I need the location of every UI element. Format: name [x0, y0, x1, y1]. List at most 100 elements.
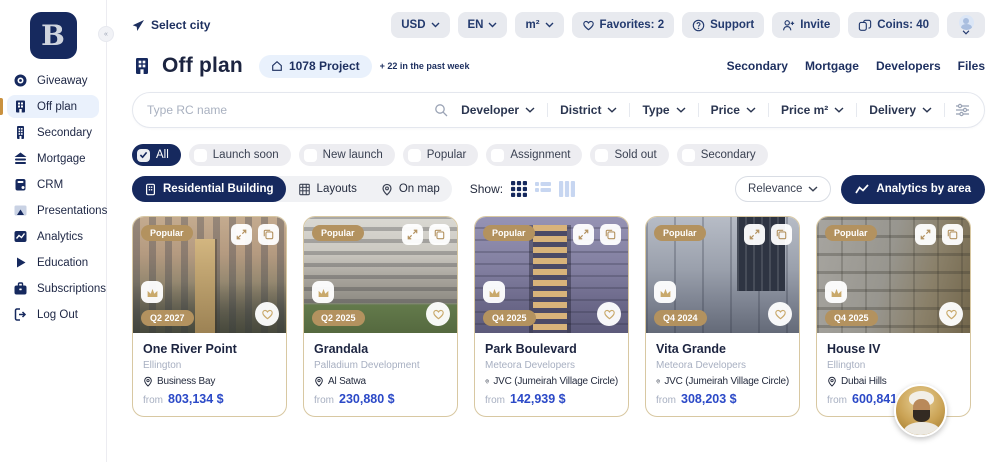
columns-view-button[interactable] — [559, 181, 575, 197]
link-secondary[interactable]: Secondary — [727, 59, 788, 73]
filter-type[interactable]: Type — [630, 103, 697, 117]
gallery-button[interactable] — [429, 224, 450, 245]
coins-button[interactable]: Coins: 40 — [848, 12, 939, 38]
sidebar-item-education[interactable]: Education — [7, 251, 99, 274]
brand-logo[interactable]: B — [30, 12, 77, 59]
sort-dropdown[interactable]: Relevance — [735, 176, 831, 202]
property-title[interactable]: Vita Grande — [656, 342, 789, 356]
property-card[interactable]: Popular Q2 2025 Grandala Palladium Devel… — [303, 216, 458, 417]
chip-assignment[interactable]: Assignment — [486, 144, 582, 166]
favorite-heart-button[interactable] — [768, 302, 792, 326]
sidebar-item-subscriptions[interactable]: Subscriptions — [7, 277, 99, 300]
property-card[interactable]: Popular Q2 2027 One River Point Ellingto… — [132, 216, 287, 417]
invite-button[interactable]: Invite — [772, 12, 840, 38]
filter-label: Price m² — [781, 103, 828, 117]
sidebar-item-analytics[interactable]: Analytics — [7, 225, 99, 248]
link-developers[interactable]: Developers — [876, 59, 941, 73]
property-card[interactable]: Popular Q4 2025 House IV Ellington Dubai… — [816, 216, 971, 417]
from-label: from — [485, 395, 505, 406]
page-header: Off plan 1078 Project + 22 in the past w… — [132, 52, 985, 80]
filter-delivery[interactable]: Delivery — [857, 103, 944, 117]
property-photo: Popular Q4 2025 — [817, 217, 970, 333]
crown-icon — [654, 281, 676, 303]
expand-button[interactable] — [573, 224, 594, 245]
heart-icon — [432, 308, 445, 320]
filter-developer[interactable]: Developer — [449, 103, 547, 117]
sidebar-item-secondary[interactable]: Secondary — [7, 121, 99, 144]
analytics-by-area-button[interactable]: Analytics by area — [841, 175, 985, 204]
chip-launch-soon[interactable]: Launch soon — [189, 144, 291, 166]
filter-price[interactable]: Price — [699, 103, 768, 117]
favorite-heart-button[interactable] — [939, 302, 963, 326]
segment-label: On map — [399, 183, 440, 195]
heart-icon — [582, 19, 595, 31]
play-icon — [13, 255, 28, 270]
gallery-button[interactable] — [258, 224, 279, 245]
advanced-filters-button[interactable] — [955, 103, 970, 117]
chip-all[interactable]: All — [132, 144, 181, 166]
gallery-button[interactable] — [771, 224, 792, 245]
select-city-button[interactable]: Select city — [132, 18, 210, 32]
coins-icon — [858, 19, 872, 32]
property-location-text: JVC (Jumeirah Village Circle) — [664, 376, 789, 387]
chip-sold-out[interactable]: Sold out — [590, 144, 668, 166]
expand-button[interactable] — [915, 224, 936, 245]
sidebar-item-label: Education — [37, 257, 88, 269]
sidebar-collapse-button[interactable]: « — [98, 26, 114, 42]
chip-secondary[interactable]: Secondary — [677, 144, 768, 166]
unit-selector[interactable]: m² — [515, 12, 563, 38]
sidebar-item-presentations[interactable]: Presentations — [7, 199, 99, 222]
link-mortgage[interactable]: Mortgage — [805, 59, 859, 73]
sidebar-item-giveaway[interactable]: Giveaway — [7, 69, 99, 92]
property-title[interactable]: House IV — [827, 342, 960, 356]
project-delta: + 22 in the past week — [380, 61, 470, 71]
favorite-heart-button[interactable] — [255, 302, 279, 326]
property-title[interactable]: Park Boulevard — [485, 342, 618, 356]
segment-residential-building[interactable]: Residential Building — [132, 176, 286, 202]
favorite-heart-button[interactable] — [597, 302, 621, 326]
sidebar-item-off-plan[interactable]: Off plan — [7, 95, 99, 118]
chevron-down-icon — [962, 30, 970, 35]
sidebar-item-log-out[interactable]: Log Out — [7, 303, 99, 326]
favorite-heart-button[interactable] — [426, 302, 450, 326]
chip-new-launch[interactable]: New launch — [299, 144, 395, 166]
gallery-button[interactable] — [942, 224, 963, 245]
expand-icon — [578, 229, 589, 240]
chip-popular[interactable]: Popular — [403, 144, 479, 166]
segment-on-map[interactable]: On map — [369, 176, 452, 202]
briefcase-icon — [13, 281, 28, 296]
filter-price-m2[interactable]: Price m² — [769, 103, 856, 117]
grid-view-button[interactable] — [511, 181, 527, 197]
page-title: Off plan — [162, 54, 243, 78]
crown-icon — [141, 281, 163, 303]
property-title[interactable]: One River Point — [143, 342, 276, 356]
property-price-row: from 803,134 $ — [143, 392, 276, 406]
sidebar-item-mortgage[interactable]: Mortgage — [7, 147, 99, 170]
project-count-badge[interactable]: 1078 Project — [259, 55, 372, 78]
filter-district[interactable]: District — [548, 103, 629, 117]
gallery-button[interactable] — [600, 224, 621, 245]
property-card[interactable]: Popular Q4 2025 Park Boulevard Meteora D… — [474, 216, 629, 417]
search-input[interactable] — [147, 103, 434, 117]
support-button[interactable]: Support — [682, 12, 764, 38]
list-view-button[interactable] — [535, 181, 551, 197]
assistant-avatar-button[interactable] — [894, 384, 947, 437]
property-card[interactable]: Popular Q4 2024 Vita Grande Meteora Deve… — [645, 216, 800, 417]
expand-button[interactable] — [744, 224, 765, 245]
sidebar-item-crm[interactable]: CRM — [7, 173, 99, 196]
currency-selector[interactable]: USD — [391, 12, 449, 38]
property-title[interactable]: Grandala — [314, 342, 447, 356]
property-card-body: Vita Grande Meteora Developers JVC (Jume… — [646, 333, 799, 416]
chip-label: All — [156, 149, 169, 161]
favorites-button[interactable]: Favorites: 2 — [572, 12, 675, 38]
link-files[interactable]: Files — [958, 59, 985, 73]
delivery-quarter-badge: Q2 2025 — [312, 310, 365, 326]
language-selector[interactable]: EN — [458, 12, 508, 38]
sidebar-item-label: Analytics — [37, 231, 83, 243]
user-menu[interactable] — [947, 12, 985, 38]
chevron-down-icon — [834, 107, 844, 113]
segment-layouts[interactable]: Layouts — [286, 176, 369, 202]
expand-button[interactable] — [231, 224, 252, 245]
expand-button[interactable] — [402, 224, 423, 245]
bank-icon — [13, 151, 28, 166]
